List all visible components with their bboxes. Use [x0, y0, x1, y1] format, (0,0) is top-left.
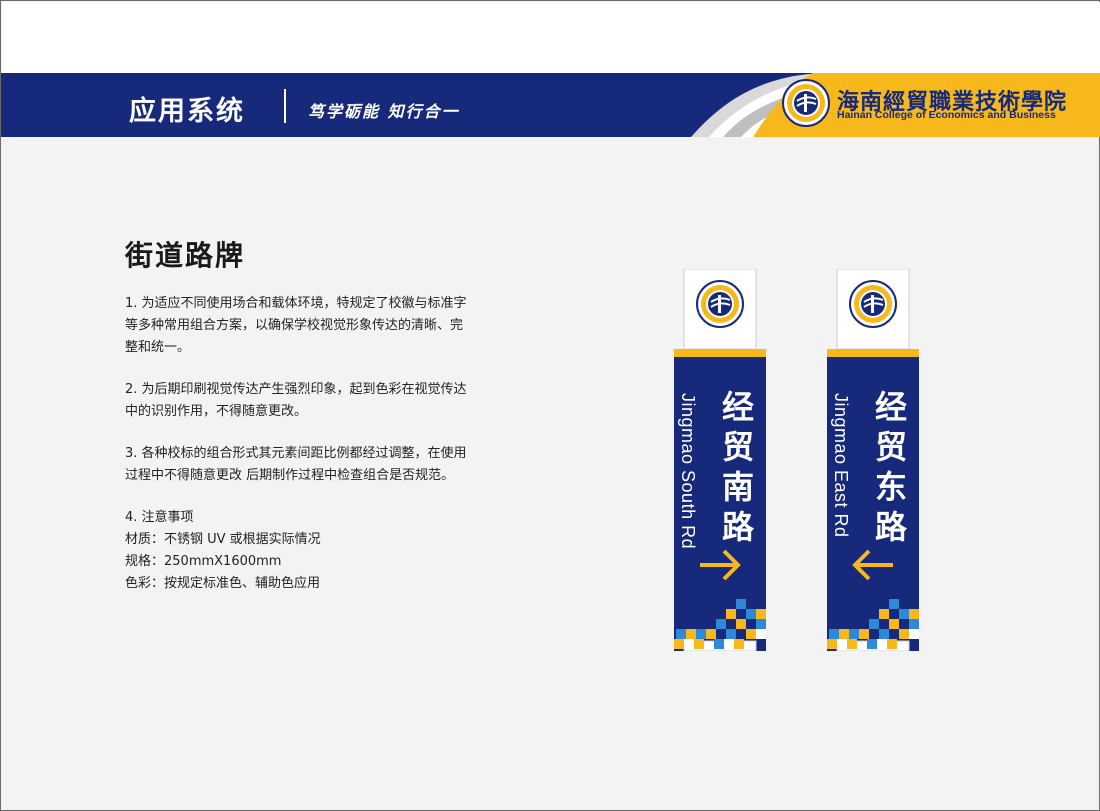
street-sign-south: 经 贸 南 路 Jingmao South Rd	[674, 269, 766, 651]
sign-name-cn: 经 贸 东 路	[874, 388, 907, 546]
section-title: 应用系统	[129, 96, 245, 127]
street-sign-east: 经 贸 东 路 Jingmao East Rd	[827, 269, 919, 651]
note-1: 1. 为适应不同使用场合和载体环境，特规定了校徽与标准字 等多种常用组合方案，以…	[125, 296, 467, 355]
note-4: 4. 注意事项 材质：不锈钢 UV 或根据实际情况 规格：250mmX1600m…	[125, 510, 321, 591]
college-emblem-icon	[782, 79, 830, 127]
note-3: 3. 各种校标的组合形式其元素间距比例都经过调整，在使用 过程中不得随意更改 后…	[125, 446, 467, 483]
sign-name-cn: 经 贸 南 路	[721, 388, 754, 546]
college-name-en: Hainan College of Economics and Business	[837, 109, 1056, 121]
header-divider	[284, 89, 286, 123]
notes: 1. 为适应不同使用场合和载体环境，特规定了校徽与标准字 等多种常用组合方案，以…	[125, 293, 505, 595]
sign-name-en: Jingmao East Rd	[831, 393, 851, 538]
page-heading: 街道路牌	[125, 239, 246, 272]
page: 应用系统 笃学砺能 知行合一 海南經貿職業技術學院 Hainan College…	[0, 0, 1100, 811]
note-2: 2. 为后期印刷视觉传达产生强烈印象，起到色彩在视觉传达 中的识别作用，不得随意…	[125, 382, 467, 419]
motto: 笃学砺能 知行合一	[308, 102, 460, 121]
sign-name-en: Jingmao South Rd	[678, 393, 698, 550]
